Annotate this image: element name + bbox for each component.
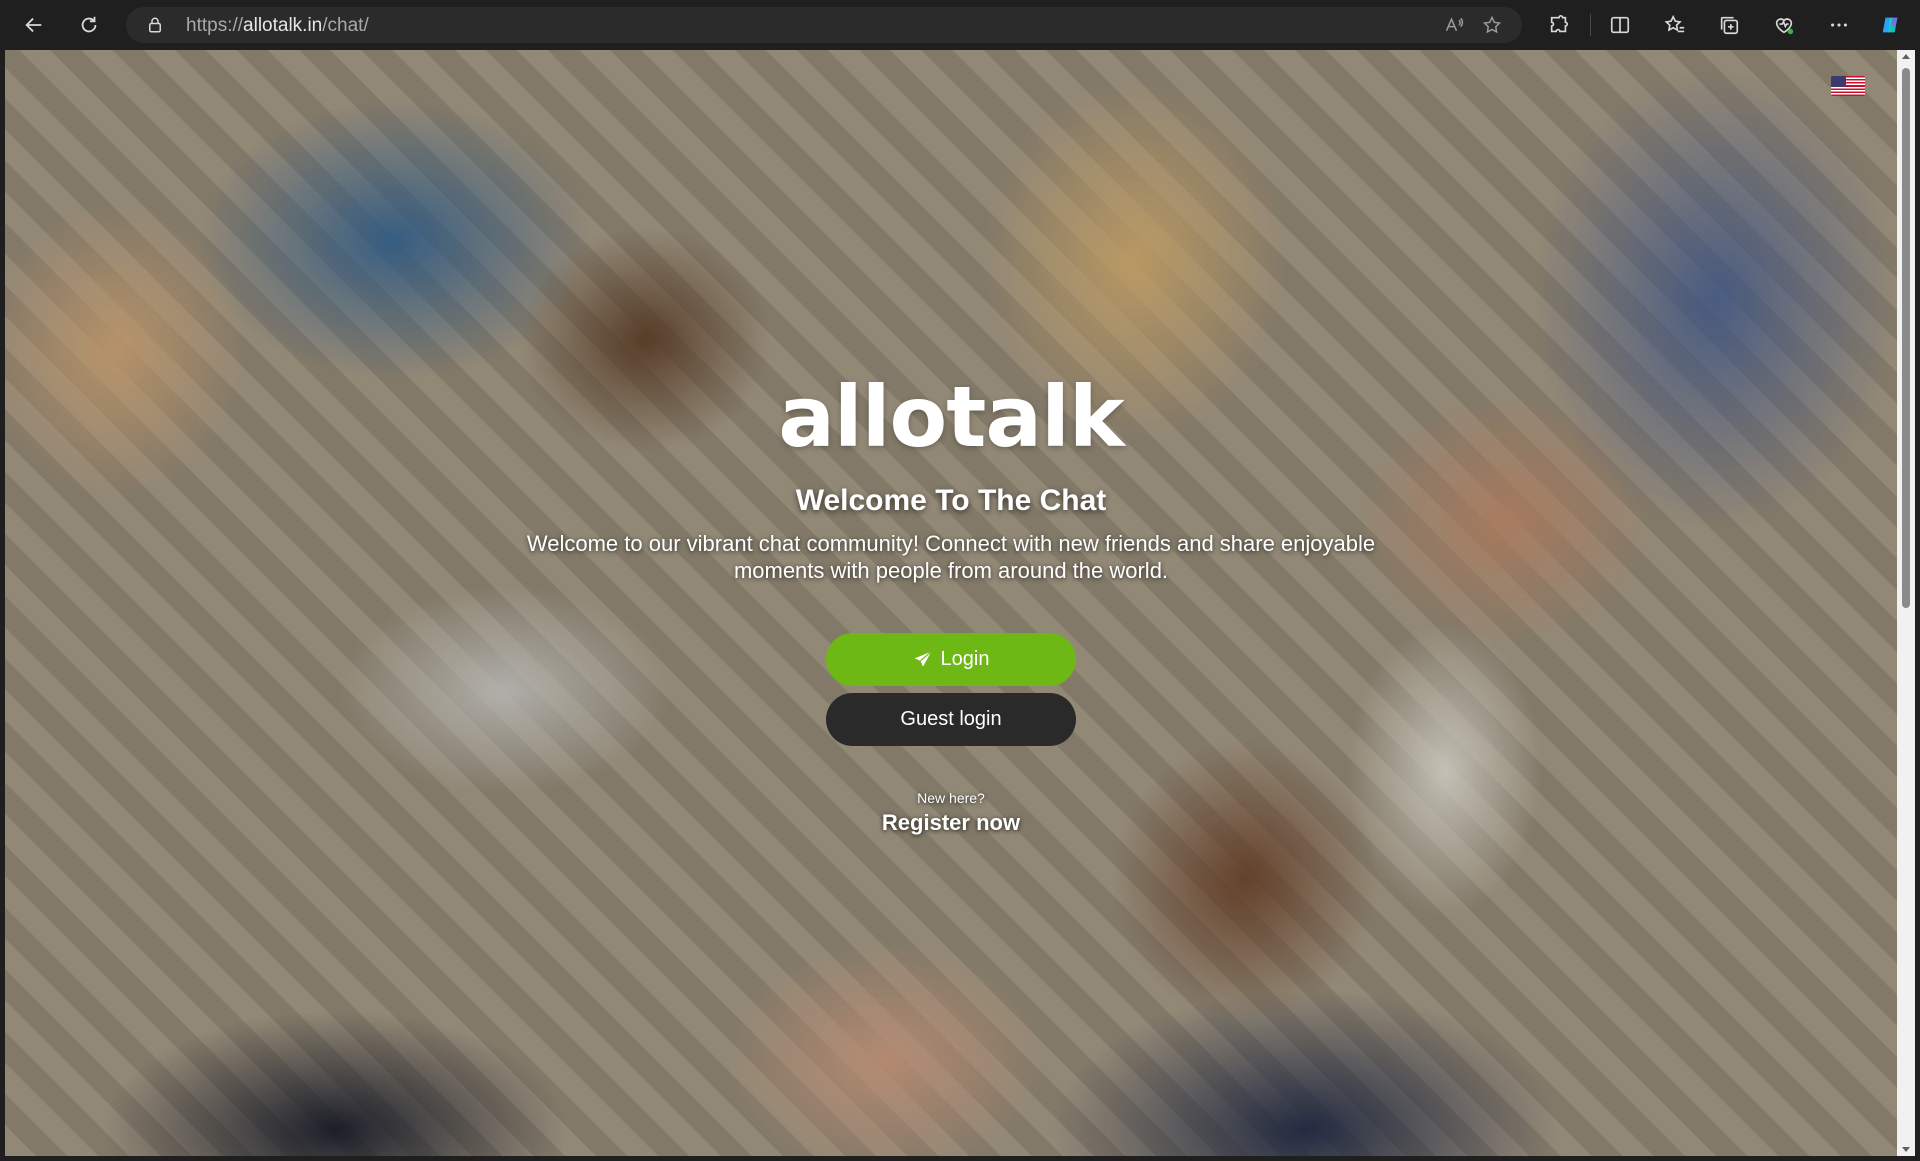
page-title: Welcome To The Chat [795, 484, 1107, 517]
site-logo: allotalk [778, 368, 1124, 466]
intro-text: Welcome to our vibrant chat community! C… [526, 531, 1376, 583]
split-screen-icon[interactable] [1607, 12, 1633, 38]
read-aloud-icon[interactable] [1444, 15, 1464, 35]
guest-login-button[interactable]: Guest login [826, 693, 1076, 746]
paper-plane-icon [914, 650, 932, 667]
page-background: allotalk Welcome To The Chat Welcome to … [5, 50, 1897, 1156]
toolbar-divider [1590, 14, 1591, 36]
browser-toolbar: https://allotalk.in/chat/ [0, 0, 1920, 50]
scroll-down-arrow-icon[interactable] [1902, 1147, 1910, 1152]
copilot-icon[interactable] [1878, 12, 1904, 38]
url-prefix: https:// [186, 15, 244, 36]
refresh-icon[interactable] [73, 9, 105, 41]
register-now-link[interactable]: Register now [882, 810, 1020, 835]
scroll-up-arrow-icon[interactable] [1902, 54, 1910, 59]
address-bar[interactable]: https://allotalk.in/chat/ [126, 7, 1522, 43]
url-path: /chat/ [322, 15, 369, 36]
url-text[interactable]: https://allotalk.in/chat/ [186, 15, 369, 37]
more-icon[interactable] [1826, 12, 1852, 38]
favorite-star-icon[interactable] [1482, 15, 1502, 35]
login-button[interactable]: Login [826, 633, 1076, 686]
browser-essentials-icon[interactable] [1771, 12, 1797, 38]
back-icon[interactable] [18, 9, 50, 41]
favorites-icon[interactable] [1662, 12, 1688, 38]
scroll-thumb[interactable] [1902, 68, 1910, 608]
extensions-icon[interactable] [1546, 12, 1572, 38]
collections-icon[interactable] [1716, 12, 1742, 38]
hero-content: allotalk Welcome To The Chat Welcome to … [5, 50, 1897, 1156]
page-scrollbar[interactable] [1897, 50, 1915, 1156]
login-button-label: Login [940, 648, 990, 670]
url-host: allotalk.in [243, 15, 323, 36]
lock-icon[interactable] [146, 16, 164, 34]
register-link-row: Register now [5, 810, 1897, 836]
new-here-text: New here? [917, 790, 985, 806]
